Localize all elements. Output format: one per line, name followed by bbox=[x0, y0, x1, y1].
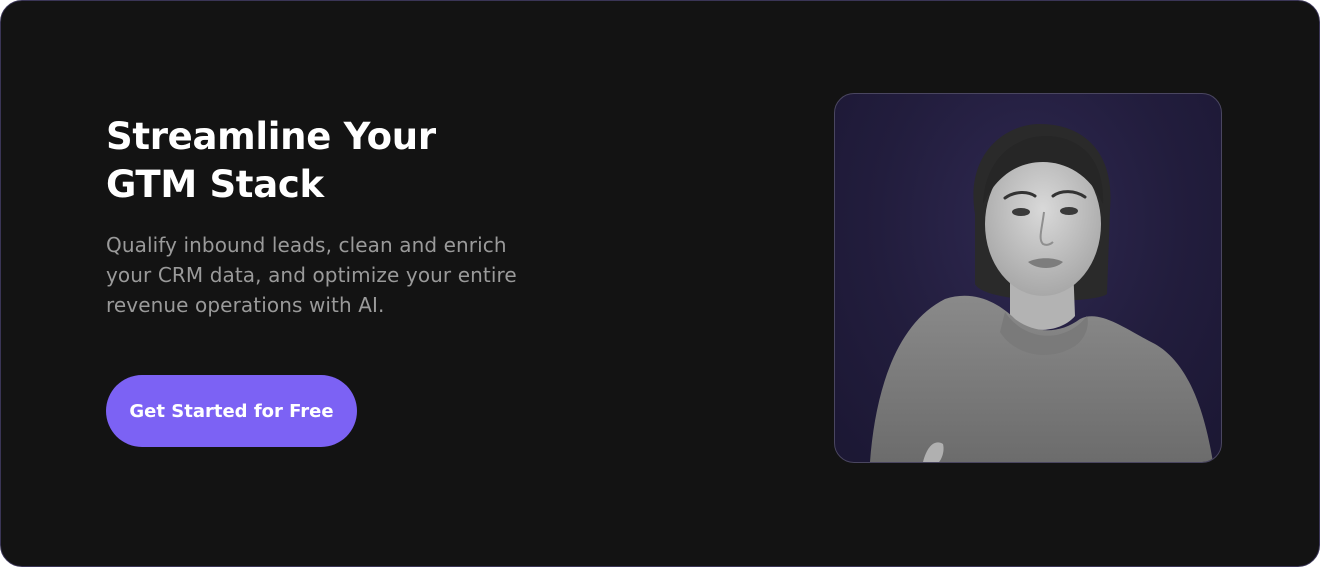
headline-line-2: GTM Stack bbox=[106, 163, 324, 206]
get-started-button[interactable]: Get Started for Free bbox=[106, 375, 357, 447]
banner-headline: Streamline Your GTM Stack bbox=[106, 113, 586, 209]
headline-line-1: Streamline Your bbox=[106, 115, 436, 158]
cta-banner: Streamline Your GTM Stack Qualify inboun… bbox=[0, 0, 1320, 567]
person-photo bbox=[834, 93, 1222, 463]
banner-subtext: Qualify inbound leads, clean and enrich … bbox=[106, 233, 517, 317]
banner-text: Streamline Your GTM Stack Qualify inboun… bbox=[106, 113, 586, 320]
portrait-illustration bbox=[870, 124, 1213, 462]
